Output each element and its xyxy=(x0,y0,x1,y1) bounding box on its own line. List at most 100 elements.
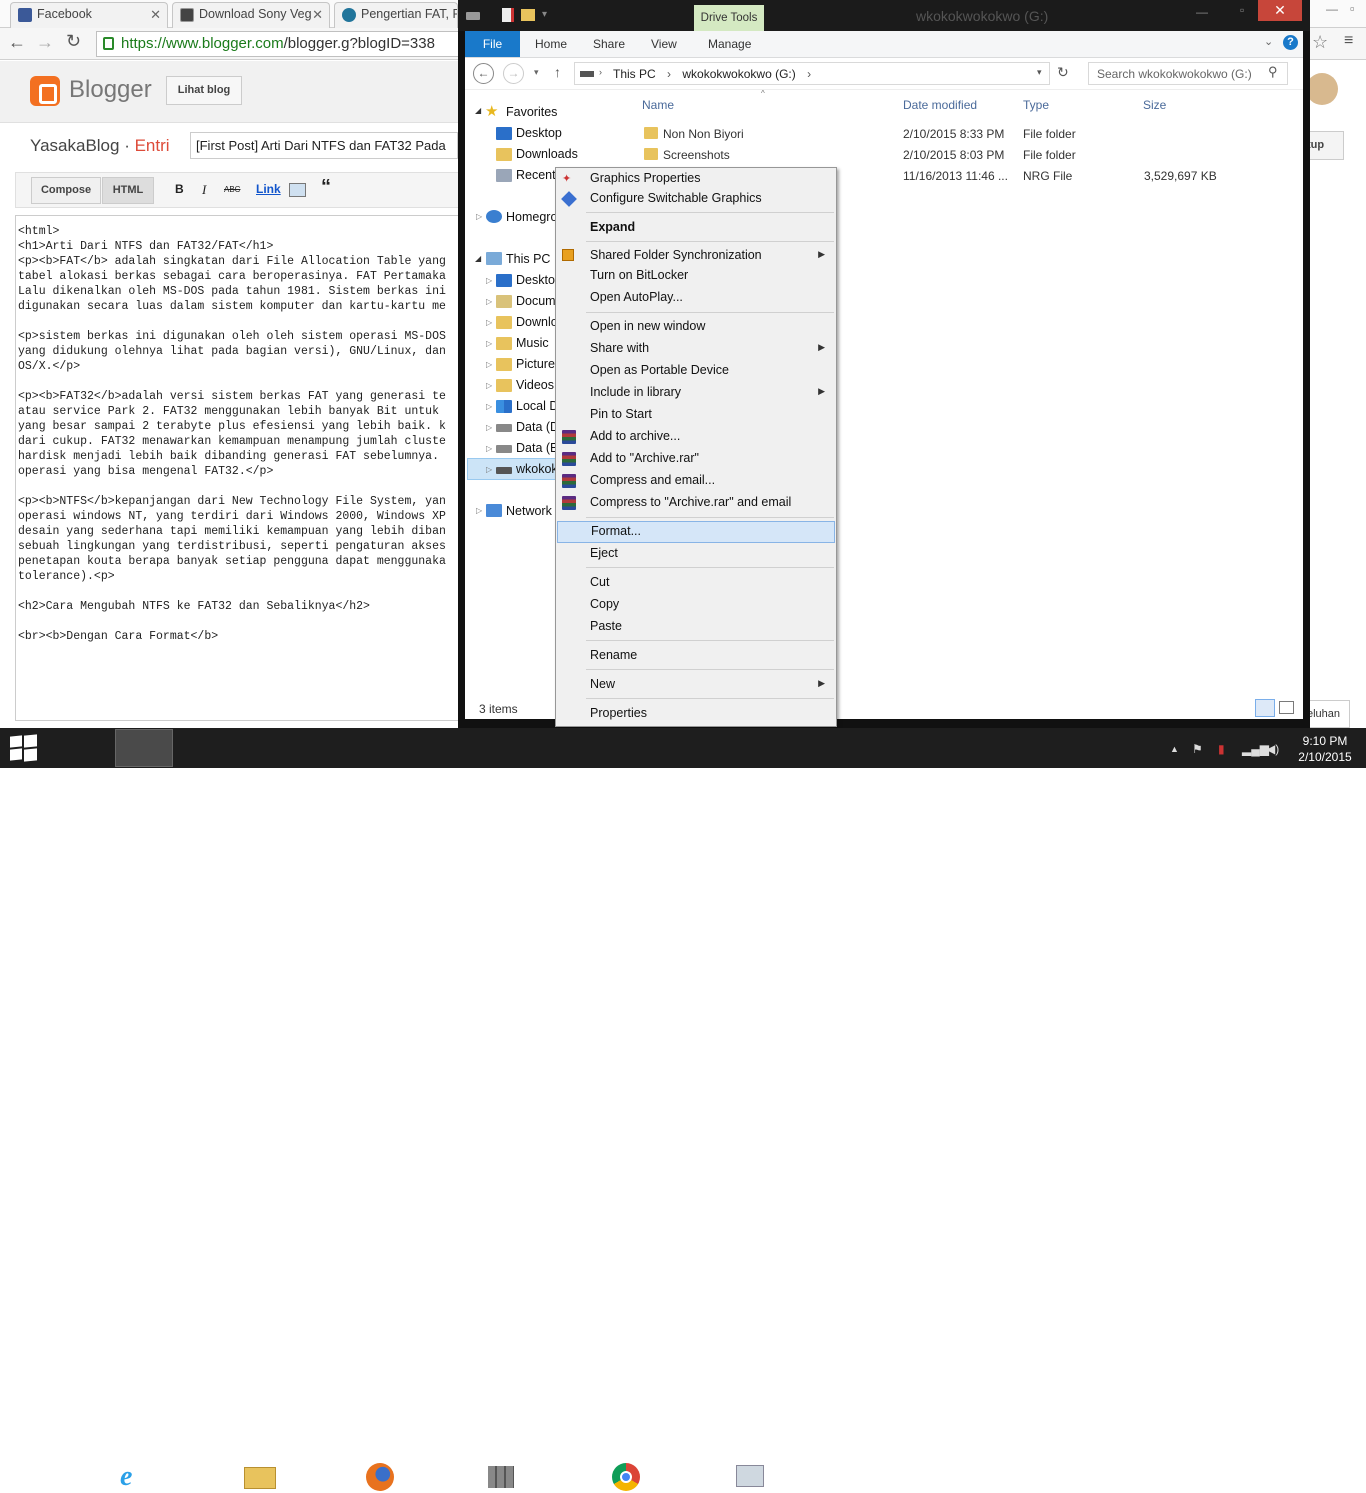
flag-icon[interactable]: ⚑ xyxy=(1192,742,1203,756)
column-type[interactable]: Type xyxy=(1023,98,1049,112)
menu-item-pin-start[interactable]: Pin to Start xyxy=(557,404,835,426)
chevron-down-icon[interactable]: ▾ xyxy=(542,9,547,20)
expand-icon[interactable]: ▷ xyxy=(486,423,492,432)
menu-item-include-library[interactable]: Include in library ▶ xyxy=(557,382,835,404)
tab-pengertian-fat[interactable]: Pengertian FAT, F xyxy=(334,2,458,28)
expand-icon[interactable]: ▷ xyxy=(486,318,492,327)
menu-item-portable-device[interactable]: Open as Portable Device xyxy=(557,360,835,382)
forward-arrow-icon[interactable]: → xyxy=(36,32,54,53)
menu-item-graphics-properties[interactable]: Graphics Properties xyxy=(557,168,835,190)
menu-item-add-archive[interactable]: Add to archive... xyxy=(557,426,835,448)
expand-icon[interactable]: ▷ xyxy=(486,381,492,390)
post-title-input[interactable]: [First Post] Arti Dari NTFS dan FAT32 Pa… xyxy=(190,132,458,159)
column-name[interactable]: Name xyxy=(642,98,674,112)
system-clock[interactable]: 9:10 PM 2/10/2015 xyxy=(1290,733,1360,765)
column-date-modified[interactable]: Date modified xyxy=(903,98,977,112)
performance-monitor-button[interactable] xyxy=(360,729,764,1487)
network-signal-icon[interactable]: ▂▄▆ xyxy=(1242,742,1269,756)
search-input[interactable]: Search wkokokwokokwo (G:) xyxy=(1088,62,1288,85)
menu-item-new[interactable]: New ▶ xyxy=(557,674,835,696)
nav-music[interactable]: Music xyxy=(516,336,549,350)
compose-mode-button[interactable]: Compose xyxy=(31,177,101,204)
collapse-icon[interactable]: ◢ xyxy=(475,254,481,263)
nav-favorites[interactable]: Favorites xyxy=(506,105,557,119)
expand-icon[interactable]: ▷ xyxy=(486,360,492,369)
firefox-button[interactable] xyxy=(175,729,394,1491)
nav-local-disk[interactable]: Local D xyxy=(516,399,558,413)
back-arrow-icon[interactable]: ← xyxy=(473,63,494,84)
close-button[interactable]: ✕ xyxy=(1258,0,1302,21)
up-arrow-icon[interactable]: ↑ xyxy=(554,64,561,80)
chrome-button[interactable] xyxy=(298,729,640,1491)
menu-item-expand[interactable]: Expand xyxy=(557,217,835,239)
menu-item-add-rar[interactable]: Add to "Archive.rar" xyxy=(557,448,835,470)
menu-item-shared-folder-sync[interactable]: Shared Folder Synchronization ▶ xyxy=(557,245,835,267)
tab-facebook[interactable]: Facebook ✕ xyxy=(10,2,168,28)
refresh-icon[interactable]: ↻ xyxy=(1057,64,1069,81)
tab-file[interactable]: File xyxy=(465,31,520,57)
maximize-icon[interactable]: ▫ xyxy=(1240,3,1244,17)
nav-videos[interactable]: Videos xyxy=(516,378,554,392)
search-icon[interactable]: ⚲ xyxy=(1268,64,1278,80)
forward-arrow-icon[interactable]: → xyxy=(503,63,524,84)
expand-icon[interactable]: ▷ xyxy=(486,339,492,348)
nav-data-d[interactable]: Data (D xyxy=(516,420,559,434)
view-blog-button[interactable]: Lihat blog xyxy=(166,76,242,105)
nav-thispc[interactable]: This PC xyxy=(506,252,550,266)
nav-drive-g[interactable]: wkokok xyxy=(516,462,558,476)
star-icon[interactable]: ☆ xyxy=(1312,32,1328,53)
new-folder-icon[interactable] xyxy=(521,9,535,21)
image-icon[interactable] xyxy=(289,183,306,197)
nav-documents[interactable]: Docum xyxy=(516,294,556,308)
nav-desktop[interactable]: Desktop xyxy=(516,126,562,140)
menu-item-rename[interactable]: Rename xyxy=(557,645,835,667)
tab-share[interactable]: Share xyxy=(593,37,625,51)
column-size[interactable]: Size xyxy=(1143,98,1166,112)
html-code-editor[interactable]: <html> <h1>Arti Dari NTFS dan FAT32/FAT<… xyxy=(15,215,460,721)
details-view-icon[interactable] xyxy=(1255,699,1275,717)
expand-icon[interactable]: ▷ xyxy=(486,297,492,306)
minimize-icon[interactable]: — xyxy=(1196,5,1208,19)
menu-item-format[interactable]: Format... xyxy=(557,521,835,543)
menu-item-bitlocker[interactable]: Turn on BitLocker xyxy=(557,265,835,287)
windows-start-icon[interactable] xyxy=(10,734,38,762)
breadcrumb-drive[interactable]: wkokokwokokwo (G:) xyxy=(682,67,795,81)
power-icon[interactable]: ▮ xyxy=(1218,742,1225,756)
menu-item-eject[interactable]: Eject xyxy=(557,543,835,565)
menu-item-copy[interactable]: Copy xyxy=(557,594,835,616)
close-icon[interactable]: ✕ xyxy=(312,7,323,23)
tab-home[interactable]: Home xyxy=(535,37,567,51)
app-button[interactable] xyxy=(236,729,514,1488)
tab-sony-vegas[interactable]: Download Sony Veg ✕ xyxy=(172,2,330,28)
properties-icon[interactable] xyxy=(502,8,514,22)
address-bar[interactable]: https://www.blogger.com/blogger.g?blogID… xyxy=(96,31,466,57)
reload-icon[interactable]: ↻ xyxy=(66,31,81,52)
tab-manage[interactable]: Manage xyxy=(708,37,751,51)
strikethrough-button[interactable]: ABC xyxy=(224,185,240,194)
menu-item-switchable-graphics[interactable]: Configure Switchable Graphics xyxy=(557,188,835,210)
expand-icon[interactable]: ▷ xyxy=(476,506,482,515)
nav-pc-downloads[interactable]: Downlo xyxy=(516,315,558,329)
nav-downloads[interactable]: Downloads xyxy=(516,147,578,161)
expand-icon[interactable]: ▷ xyxy=(486,276,492,285)
bold-button[interactable]: B xyxy=(175,182,184,196)
file-explorer-button[interactable] xyxy=(115,729,276,1489)
help-icon[interactable]: ? xyxy=(1283,35,1298,50)
menu-item-compress-email[interactable]: Compress and email... xyxy=(557,470,835,492)
volume-icon[interactable]: ◀) xyxy=(1266,742,1279,756)
menu-item-properties[interactable]: Properties xyxy=(557,703,835,725)
minimize-icon[interactable]: — xyxy=(1326,2,1338,16)
internet-explorer-button[interactable]: e xyxy=(52,729,132,1492)
chevron-down-icon[interactable]: ▾ xyxy=(1037,67,1042,78)
recent-locations-icon[interactable]: ▾ xyxy=(534,67,539,78)
large-icons-view-icon[interactable] xyxy=(1279,701,1294,714)
expand-icon[interactable]: ▷ xyxy=(486,465,492,474)
expand-icon[interactable]: ▷ xyxy=(476,212,482,221)
maximize-icon[interactable]: ▫ xyxy=(1350,1,1355,16)
breadcrumb-thispc[interactable]: This PC xyxy=(613,67,656,81)
menu-item-cut[interactable]: Cut xyxy=(557,572,835,594)
menu-item-open-new-window[interactable]: Open in new window xyxy=(557,316,835,338)
expand-icon[interactable]: ▷ xyxy=(486,444,492,453)
menu-item-compress-rar-email[interactable]: Compress to "Archive.rar" and email xyxy=(557,492,835,514)
back-arrow-icon[interactable]: ← xyxy=(8,32,26,53)
